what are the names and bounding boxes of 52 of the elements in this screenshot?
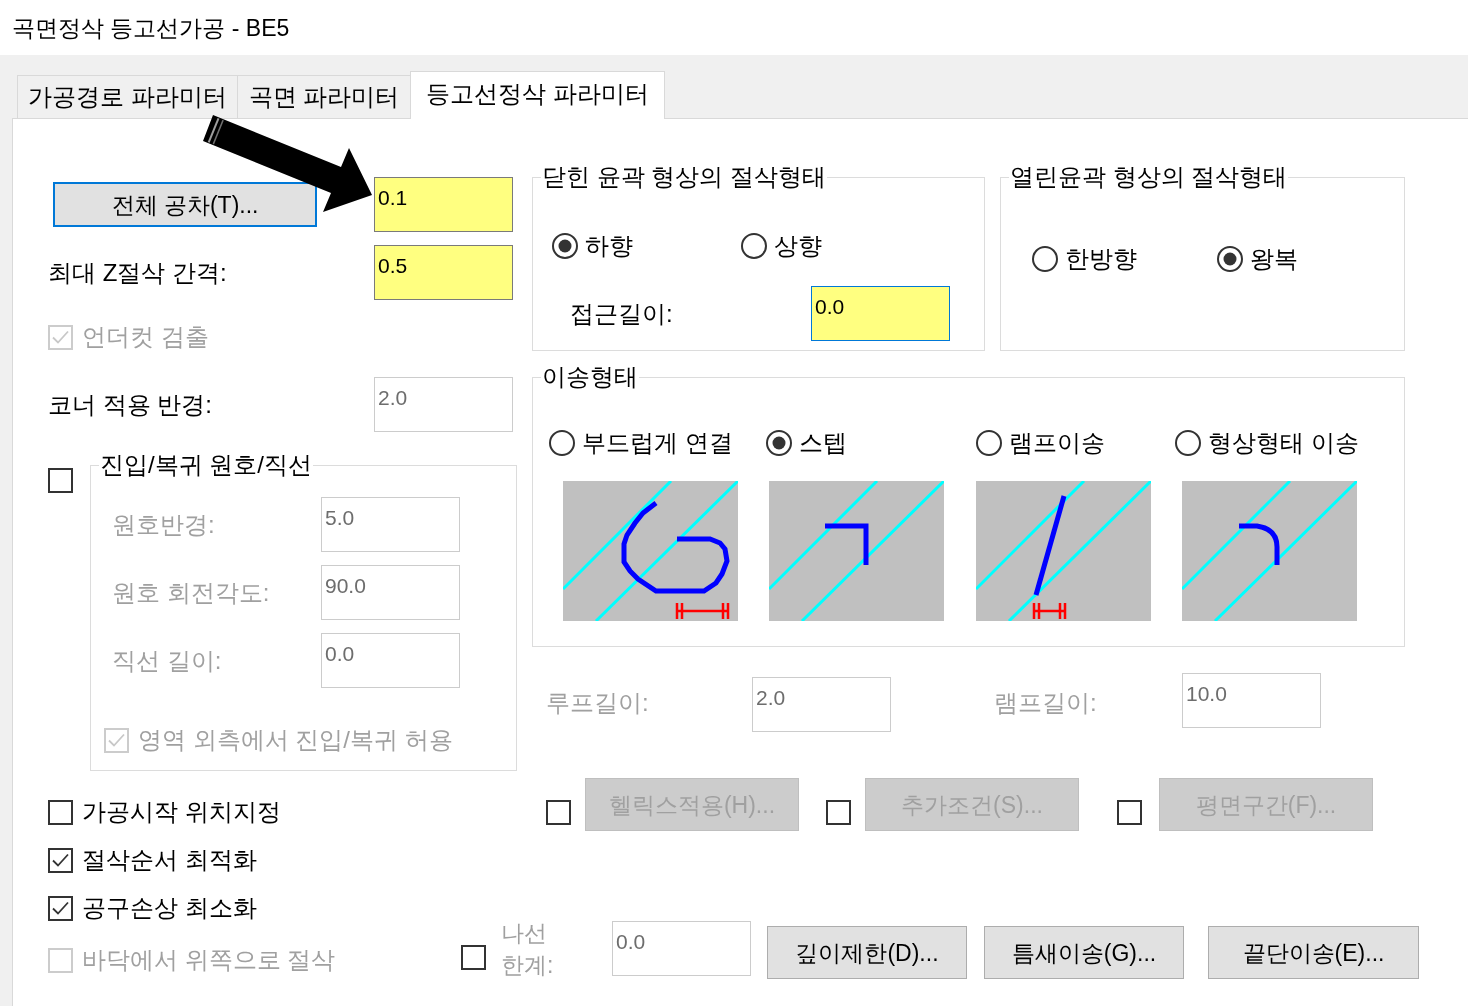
checkbox-label: 가공시작 위치지정	[82, 797, 281, 827]
checkbox[interactable]	[48, 847, 73, 873]
checkbox[interactable]	[1117, 800, 1142, 825]
checkbox[interactable]	[826, 800, 851, 825]
checkbox-label: 바닥에서 위쪽으로 절삭	[82, 945, 336, 975]
field-label: 나선 한계:	[501, 919, 555, 980]
field-label: 원호반경:	[112, 509, 216, 540]
checkbox[interactable]	[48, 895, 73, 921]
radio-label: 왕복	[1250, 244, 1298, 274]
radio-button[interactable]	[741, 233, 767, 259]
checkbox[interactable]	[48, 799, 73, 825]
radio-label: 부드럽게 연결	[582, 428, 733, 458]
radio-label: 하향	[585, 231, 633, 261]
tolerance-button[interactable]: 전체 공차(T)...	[53, 182, 317, 227]
field-label: 루프길이:	[546, 687, 650, 718]
field-label: 접근길이:	[570, 298, 674, 329]
radio-label: 스텝	[799, 428, 847, 458]
checkbox-label: 절삭순서 최적화	[82, 845, 257, 875]
depth-limit-button[interactable]: 깊이제한(D)...	[767, 926, 967, 979]
field-label: 램프길이:	[994, 687, 1098, 718]
field-label: 직선 길이:	[112, 645, 223, 676]
radio-button[interactable]	[1032, 246, 1058, 272]
tab[interactable]: 등고선정삭 파라미터	[410, 71, 665, 119]
input-field[interactable]: 0.1	[374, 177, 513, 232]
radio-label: 상향	[774, 231, 822, 261]
checkbox-label: 언더컷 검출	[82, 322, 209, 352]
input-field[interactable]: 0.5	[374, 245, 513, 300]
radio-label: 한방향	[1065, 244, 1137, 274]
checkbox-label: 공구손상 최소화	[82, 893, 257, 923]
group-title: 닫힌 윤곽 형상의 절삭형태	[541, 162, 827, 192]
checkbox[interactable]	[48, 468, 73, 493]
field-label: 원호 회전각도:	[112, 577, 271, 608]
input-field[interactable]: 0.0	[811, 286, 950, 341]
checkbox[interactable]	[546, 800, 571, 825]
window-title: 곡면정삭 등고선가공 - BE5	[12, 13, 290, 43]
radio-button[interactable]	[1217, 246, 1243, 272]
radio-button[interactable]	[1175, 430, 1201, 456]
end-link-button[interactable]: 끝단이송(E)...	[1208, 926, 1419, 979]
gap-link-button[interactable]: 틈새이송(G)...	[984, 926, 1184, 979]
radio-button[interactable]	[549, 430, 575, 456]
radio-button[interactable]	[766, 430, 792, 456]
radio-label: 형상형태 이송	[1208, 428, 1359, 458]
radio-button[interactable]	[976, 430, 1002, 456]
group-title: 이송형태	[541, 362, 639, 392]
group-title: 열린윤곽 형상의 절삭형태	[1009, 162, 1289, 192]
field-label: 최대 Z절삭 간격:	[48, 257, 228, 288]
checkbox-label: 영역 외측에서 진입/복귀 허용	[138, 725, 453, 755]
field-label: 코너 적용 반경:	[48, 389, 213, 420]
radio-label: 램프이송	[1009, 428, 1105, 458]
tab[interactable]: 가공경로 파라미터	[17, 75, 238, 118]
radio-button[interactable]	[552, 233, 578, 259]
group-title: 진입/복귀 원호/직선	[99, 450, 313, 480]
